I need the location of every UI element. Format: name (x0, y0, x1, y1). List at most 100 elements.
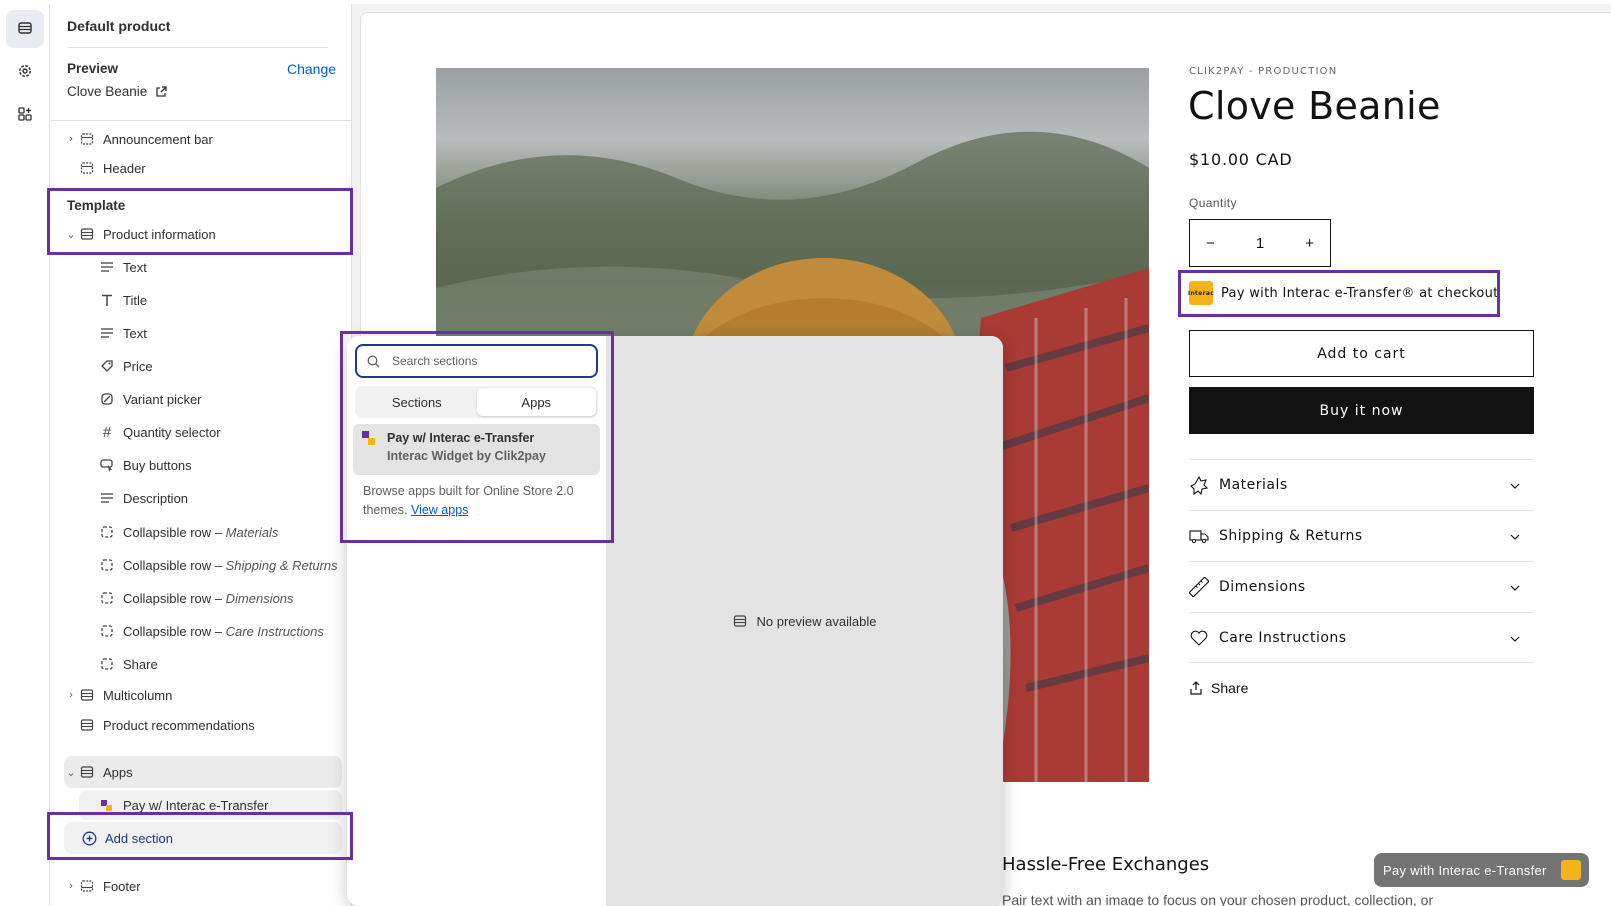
block-collapsible-row-dimensions[interactable]: Collapsible row – Dimensions (97, 583, 294, 613)
separator: – (211, 557, 226, 573)
search-icon (367, 355, 380, 368)
section-apps[interactable]: ⌄ Apps (65, 757, 132, 787)
preview-product[interactable]: Clove Beanie (67, 84, 167, 99)
no-preview-text: No preview available (756, 613, 877, 629)
accordion-shipping[interactable]: Shipping & Returns (1189, 510, 1534, 561)
interac-logo-icon (1561, 860, 1581, 880)
add-to-cart-button[interactable]: Add to cart (1189, 330, 1534, 377)
accordion-label: Materials (1219, 477, 1288, 493)
block-label: Text (123, 259, 147, 275)
buy-now-button[interactable]: Buy it now (1189, 387, 1534, 434)
interac-widget[interactable]: Interac Pay with Interac e-Transfer® at … (1187, 281, 1499, 305)
title-icon (97, 293, 117, 307)
section-icon (733, 614, 747, 628)
block-suffix: Materials (225, 524, 279, 540)
block-share[interactable]: Share (97, 649, 158, 679)
icon-rail (0, 4, 50, 906)
popover-tabs: Sections Apps (355, 386, 598, 418)
chevron-down-icon (1510, 528, 1520, 544)
section-label: Product information (103, 226, 216, 242)
block-collapsible-row-care[interactable]: Collapsible row – Care Instructions (97, 616, 324, 646)
block-quantity-selector[interactable]: # Quantity selector (97, 417, 221, 447)
accordion-materials[interactable]: Materials (1189, 459, 1534, 510)
section-announcement-bar[interactable]: › Announcement bar (65, 124, 213, 154)
collapsible-icon (97, 558, 117, 572)
accordion-label: Care Instructions (1219, 629, 1347, 646)
divider (51, 120, 351, 121)
view-apps-link[interactable]: View apps (411, 503, 468, 517)
app-name: Pay w/ Interac e-Transfer (387, 431, 535, 445)
section-product-information[interactable]: ⌄ Product information (65, 219, 216, 249)
variant-icon (97, 392, 117, 406)
price-tag-icon (97, 359, 117, 373)
accordion-dimensions[interactable]: Dimensions (1189, 561, 1534, 612)
block-label: Collapsible row (123, 590, 212, 606)
add-section-button[interactable]: Add section (79, 823, 173, 853)
app-list-item[interactable]: Pay w/ Interac e-Transfer Interac Widget… (353, 424, 600, 475)
search-input[interactable]: Search sections (355, 344, 598, 378)
share-icon (1189, 681, 1203, 695)
block-buy-buttons[interactable]: Buy buttons (97, 450, 192, 480)
block-collapsible-row-shipping[interactable]: Collapsible row – Shipping & Returns (97, 550, 338, 580)
section-label: Multicolumn (103, 687, 173, 703)
section-icon (77, 879, 97, 893)
increase-quantity-button[interactable]: + (1305, 235, 1314, 252)
add-section-popover: Search sections Sections Apps Pay w/ Int… (347, 336, 1003, 906)
tab-apps[interactable]: Apps (476, 388, 596, 416)
accordion-care[interactable]: Care Instructions (1189, 612, 1534, 663)
block-description[interactable]: Description (97, 483, 188, 513)
sections-icon (17, 20, 33, 39)
gear-icon (17, 63, 33, 82)
section-multicolumn[interactable]: › Multicolumn (65, 680, 172, 710)
section-icon (77, 227, 97, 241)
block-label: Collapsible row (123, 524, 212, 540)
floating-interac-button[interactable]: Pay with Interac e-Transfer (1374, 853, 1589, 887)
block-label: Pay w/ Interac e-Transfer (123, 797, 269, 813)
block-variant-picker[interactable]: Variant picker (97, 384, 202, 414)
theme-settings-rail-button[interactable] (6, 53, 44, 91)
interac-widget-text: Pay with Interac e-Transfer® at checkout (1221, 285, 1499, 301)
block-text[interactable]: Text (97, 252, 147, 282)
block-label: Description (123, 490, 189, 506)
chevron-down-icon (1510, 579, 1520, 595)
decrease-quantity-button[interactable]: − (1206, 235, 1215, 252)
plus-circle-icon (79, 831, 99, 846)
leaf-icon (1189, 475, 1211, 495)
interac-logo-text: Interac (1187, 289, 1215, 297)
share-button[interactable]: Share (1189, 680, 1248, 696)
block-label: Quantity selector (123, 424, 221, 440)
block-collapsible-row-materials[interactable]: Collapsible row – Materials (97, 517, 278, 547)
sections-rail-button[interactable] (6, 10, 44, 48)
chevron-right-icon: › (69, 133, 73, 145)
block-app-interac[interactable]: Pay w/ Interac e-Transfer (97, 790, 268, 820)
block-text[interactable]: Text (97, 318, 147, 348)
section-product-recommendations[interactable]: Product recommendations (65, 710, 255, 740)
browse-apps-text: Browse apps built for Online Store 2.0 t… (363, 482, 593, 520)
floating-button-label: Pay with Interac e-Transfer (1383, 862, 1547, 878)
section-heading: Hassle-Free Exchanges (1002, 854, 1210, 875)
section-header[interactable]: Header (65, 153, 146, 183)
app-embeds-rail-button[interactable] (6, 96, 44, 134)
section-label: Footer (103, 878, 141, 894)
block-price[interactable]: Price (97, 351, 153, 381)
collapsible-icon (97, 591, 117, 605)
quantity-input[interactable]: 1 (1256, 235, 1264, 252)
text-icon (97, 326, 117, 340)
editor-sidebar: Default product Preview Change Clove Bea… (51, 4, 352, 906)
collapsible-icon (97, 525, 117, 539)
block-label: Share (123, 656, 158, 672)
add-section-label: Add section (105, 830, 173, 846)
text-icon (97, 491, 117, 505)
collapsible-icon (97, 624, 117, 638)
interac-logo-icon: Interac (1187, 281, 1215, 305)
block-label: Text (123, 325, 147, 341)
block-title[interactable]: Title (97, 285, 147, 315)
block-label: Buy buttons (123, 457, 192, 473)
section-footer[interactable]: › Footer (65, 871, 141, 901)
block-suffix: Dimensions (225, 590, 294, 606)
chevron-down-icon: ⌄ (66, 228, 76, 241)
tab-sections[interactable]: Sections (357, 388, 477, 416)
change-link[interactable]: Change (287, 61, 336, 77)
block-suffix: Care Instructions (225, 623, 324, 639)
product-price: $10.00 CAD (1189, 150, 1293, 169)
